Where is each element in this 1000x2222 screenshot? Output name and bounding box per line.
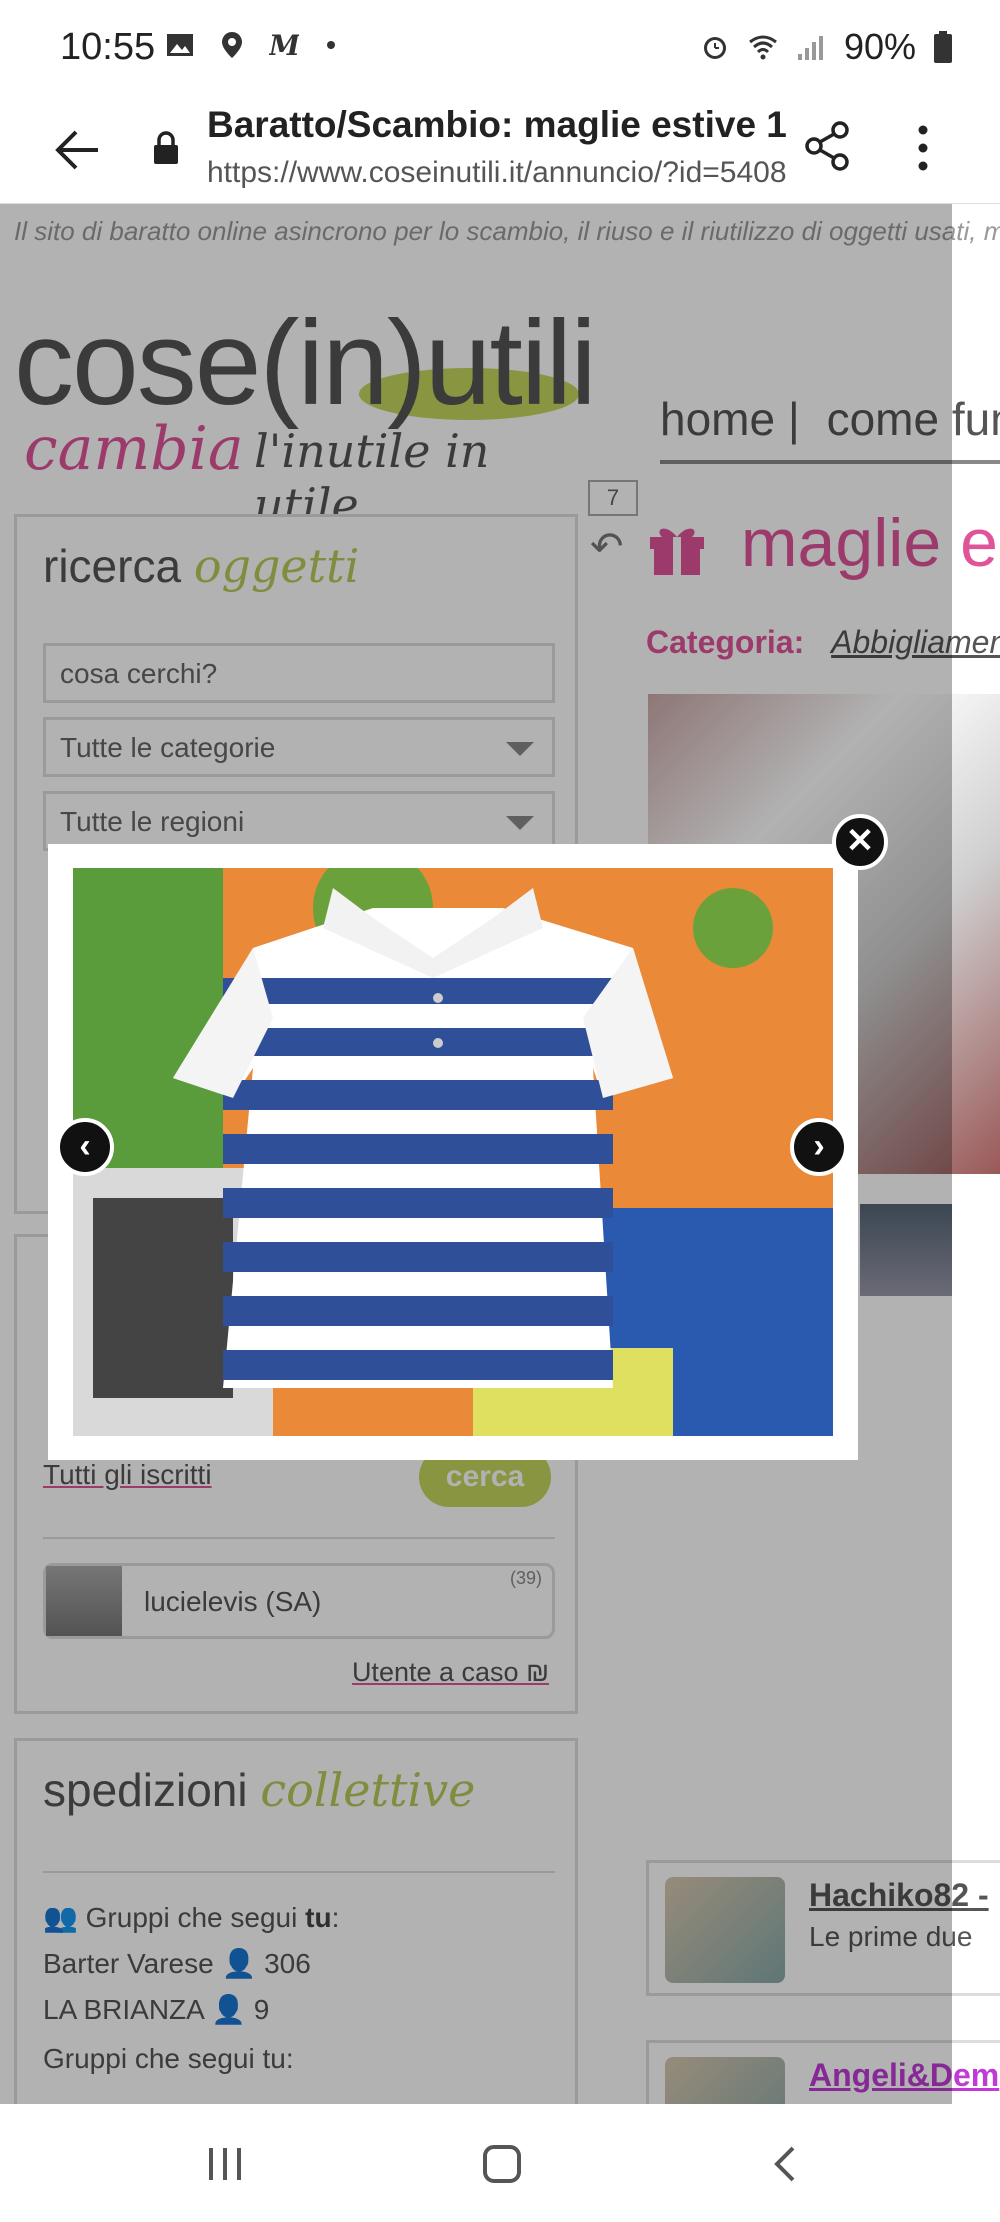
system-nav-bar [0, 2104, 1000, 2222]
chevron-left-icon: ‹ [79, 1127, 91, 1165]
alarm-icon [703, 37, 726, 59]
lightbox-close-button[interactable]: ✕ [832, 814, 888, 870]
lock-icon[interactable] [152, 130, 180, 166]
status-time: 10:55 [60, 26, 156, 68]
browser-toolbar: Baratto/Scambio: maglie estive 1... http… [0, 96, 1000, 204]
page-title[interactable]: Baratto/Scambio: maglie estive 1... [207, 104, 787, 146]
lightbox-next-button[interactable]: › [790, 1118, 848, 1176]
lightbox-image[interactable] [73, 868, 833, 1436]
dot-icon [327, 41, 335, 49]
location-icon [222, 32, 242, 58]
share-icon[interactable] [804, 120, 852, 172]
striped-polo-shirt-photo [73, 868, 833, 1436]
more-vert-icon[interactable] [908, 122, 938, 174]
close-icon: ✕ [845, 822, 875, 860]
gallery-icon [167, 34, 193, 56]
back-icon[interactable] [765, 2144, 805, 2184]
home-icon[interactable] [482, 2144, 522, 2184]
wifi-icon [749, 35, 777, 60]
app-m-icon: M [269, 30, 299, 60]
lightbox-prev-button[interactable]: ‹ [56, 1118, 114, 1176]
status-bar: 10:55 M 90% [0, 0, 1000, 96]
chevron-right-icon: › [813, 1127, 825, 1165]
battery-percent: 90% [843, 26, 916, 67]
system-indicators: 90% [700, 26, 952, 68]
lightbox [48, 844, 858, 1460]
recent-apps-icon[interactable] [205, 2144, 245, 2184]
back-arrow-icon[interactable] [52, 124, 104, 176]
signal-icon [797, 36, 823, 60]
comment-author-suffix: - [969, 1877, 989, 1913]
svg-text:M: M [269, 30, 299, 60]
battery-icon [934, 31, 952, 63]
notification-icons: M [165, 30, 351, 60]
address-url[interactable]: https://www.coseinutili.it/annuncio/?id=… [207, 156, 787, 190]
